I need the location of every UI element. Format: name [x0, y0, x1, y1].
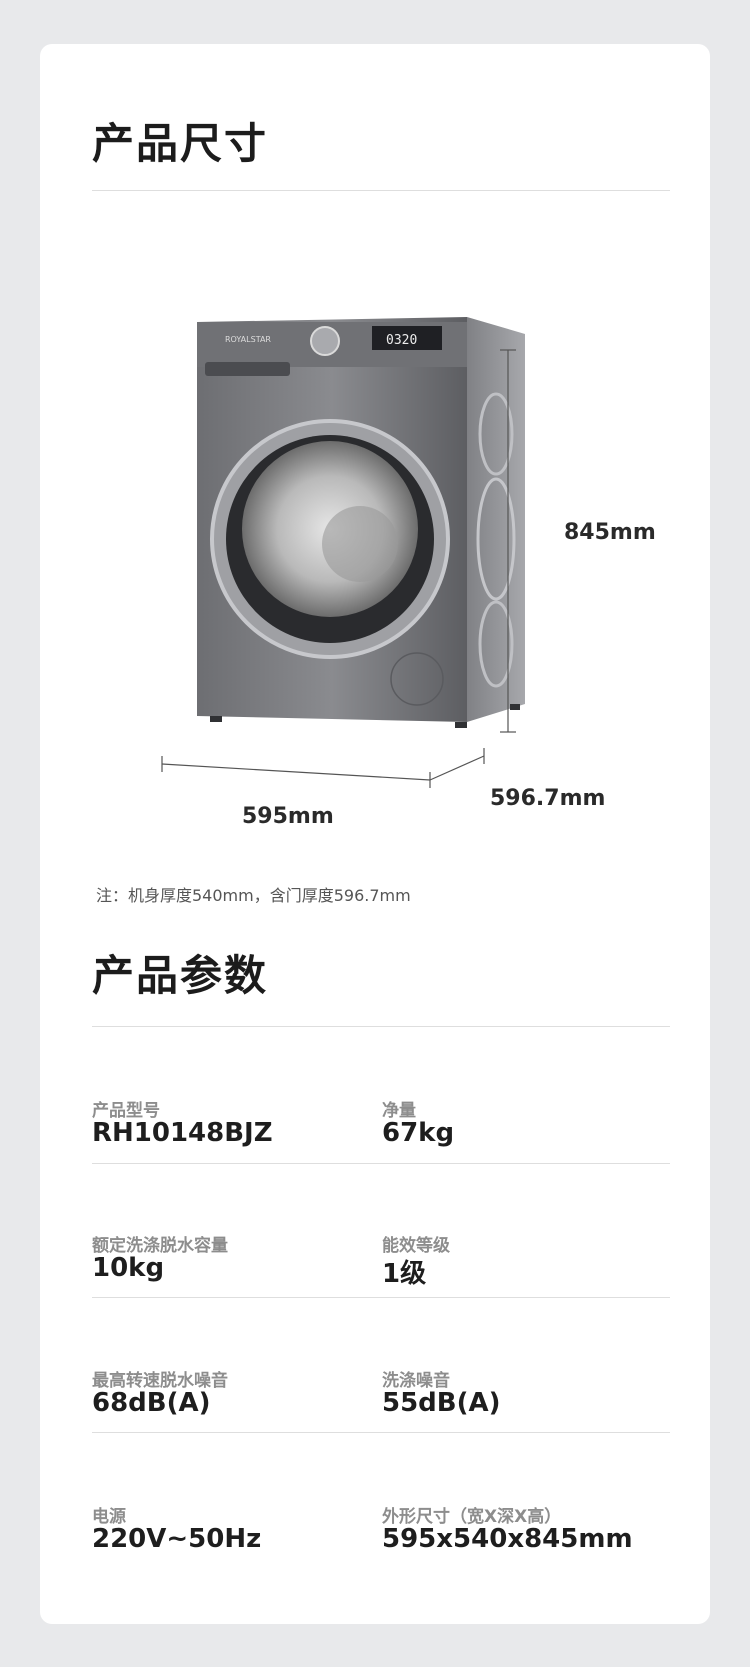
spec-value: 220V~50Hz	[92, 1524, 262, 1554]
width-dimension-label: 595mm	[242, 804, 334, 829]
spec-value: 55dB(A)	[382, 1388, 501, 1418]
row-divider	[92, 1432, 670, 1433]
spec-value: 67kg	[382, 1118, 455, 1148]
params-divider	[92, 1026, 670, 1027]
spec-value: 1级	[382, 1259, 427, 1289]
spec-value: RH10148BJZ	[92, 1118, 273, 1148]
depth-dimension-label: 596.7mm	[490, 786, 606, 811]
dimension-note: 注：机身厚度540mm，含门厚度596.7mm	[96, 886, 411, 905]
dimension-lines	[161, 349, 516, 788]
spec-value: 68dB(A)	[92, 1388, 211, 1418]
params-title: 产品参数	[92, 951, 269, 1000]
row-divider	[92, 1297, 670, 1298]
spec-card: 产品尺寸 ROYALSTAR 0320 845mm 595mm 596.7mm …	[40, 44, 710, 1624]
height-dimension-label: 845mm	[564, 520, 656, 545]
row-divider	[92, 1163, 670, 1164]
spec-value: 595x540x845mm	[382, 1524, 633, 1554]
spec-value: 10kg	[92, 1253, 165, 1283]
